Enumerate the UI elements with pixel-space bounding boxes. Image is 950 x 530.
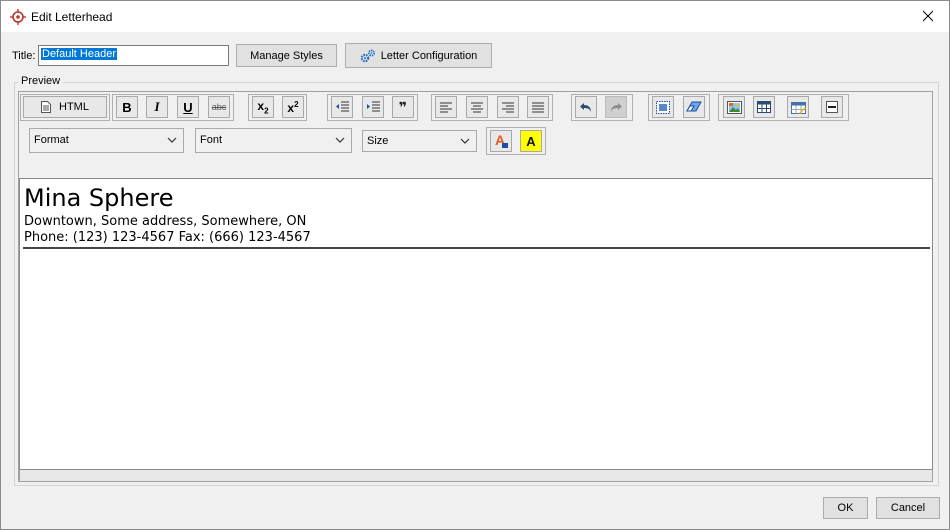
size-select-value: Size [367, 135, 389, 147]
text-color-button[interactable]: A [490, 130, 512, 152]
ok-button[interactable]: OK [823, 497, 868, 519]
chevron-down-icon [460, 138, 470, 144]
html-button-label: HTML [59, 101, 89, 113]
align-left-button[interactable] [435, 96, 457, 118]
horizontal-rule-button[interactable] [821, 96, 843, 118]
letterhead-content-area[interactable]: Mina Sphere Downtown, Some address, Some… [19, 178, 933, 470]
text-color-icon: A [493, 132, 509, 149]
justify-icon [532, 102, 544, 112]
underline-icon: U [183, 99, 193, 115]
company-address: Downtown, Some address, Somewhere, ON [24, 214, 307, 229]
italic-button[interactable]: I [146, 96, 168, 118]
subscript-icon: x2 [257, 98, 269, 116]
format-select-value: Format [34, 134, 69, 146]
close-button[interactable] [911, 3, 945, 29]
editor-status-bar [19, 470, 933, 482]
underline-button[interactable]: U [177, 96, 199, 118]
blockquote-icon: ❞ [398, 98, 408, 115]
ok-button-label: OK [837, 502, 854, 514]
bold-icon: B [122, 99, 132, 115]
outdent-button[interactable] [331, 96, 353, 118]
close-icon [922, 10, 934, 22]
justify-button[interactable] [527, 96, 549, 118]
title-field-label: Title: [12, 50, 36, 62]
strikethrough-icon: abc [211, 102, 227, 112]
background-color-icon: A [526, 133, 536, 149]
html-source-button[interactable]: HTML [23, 96, 107, 118]
font-select[interactable]: Font [195, 128, 352, 153]
redo-button[interactable] [605, 96, 627, 118]
manage-styles-button[interactable]: Manage Styles [236, 44, 337, 67]
title-bar[interactable]: Edit Letterhead [1, 1, 949, 32]
indent-icon [367, 101, 380, 112]
image-icon [726, 100, 742, 114]
select-all-button[interactable] [652, 96, 674, 118]
subscript-button[interactable]: x2 [252, 96, 274, 118]
table-icon [757, 101, 771, 113]
calendar-icon [790, 101, 806, 114]
insert-table-button[interactable] [753, 96, 775, 118]
company-name: Mina Sphere [24, 184, 174, 212]
eraser-icon [686, 101, 702, 112]
font-select-value: Font [200, 134, 223, 146]
manage-styles-label: Manage Styles [250, 49, 323, 62]
undo-icon [580, 103, 591, 112]
format-select[interactable]: Format [29, 128, 184, 153]
remove-format-button[interactable] [683, 96, 705, 118]
superscript-button[interactable]: x2 [282, 96, 304, 118]
letter-configuration-label: Letter Configuration [380, 49, 478, 62]
blockquote-button[interactable]: ❞ [392, 96, 414, 118]
select-all-icon [656, 100, 670, 114]
title-input[interactable]: Default Header [38, 45, 229, 66]
redo-icon [611, 103, 622, 112]
insert-image-button[interactable] [723, 96, 745, 118]
chevron-down-icon [335, 137, 345, 143]
align-right-icon [502, 102, 514, 112]
target-icon [10, 9, 26, 25]
align-center-icon [471, 102, 483, 112]
align-left-icon [440, 102, 452, 112]
preview-group-label: Preview [18, 75, 64, 87]
edit-letterhead-dialog: Edit Letterhead Title: Default Header Ma… [0, 0, 950, 530]
superscript-icon: x2 [287, 99, 299, 115]
company-phone-fax: Phone: (123) 123-4567 Fax: (666) 123-456… [24, 230, 311, 245]
gears-icon [360, 49, 375, 62]
cancel-button[interactable]: Cancel [876, 497, 940, 519]
outdent-icon [336, 101, 349, 112]
document-icon [41, 101, 52, 113]
undo-button[interactable] [575, 96, 597, 118]
strikethrough-button[interactable]: abc [208, 96, 230, 118]
cancel-button-label: Cancel [890, 502, 926, 514]
indent-button[interactable] [362, 96, 384, 118]
bold-button[interactable]: B [116, 96, 138, 118]
size-select[interactable]: Size [362, 130, 477, 152]
horizontal-rule-icon [826, 101, 838, 113]
horizontal-rule [23, 247, 930, 249]
italic-icon: I [154, 99, 160, 114]
align-center-button[interactable] [466, 96, 488, 118]
align-right-button[interactable] [497, 96, 519, 118]
title-input-value: Default Header [41, 48, 117, 60]
background-color-button[interactable]: A [520, 130, 542, 152]
chevron-down-icon [167, 137, 177, 143]
window-title: Edit Letterhead [31, 10, 113, 24]
letter-configuration-button[interactable]: Letter Configuration [345, 43, 492, 68]
insert-date-button[interactable] [787, 96, 809, 118]
